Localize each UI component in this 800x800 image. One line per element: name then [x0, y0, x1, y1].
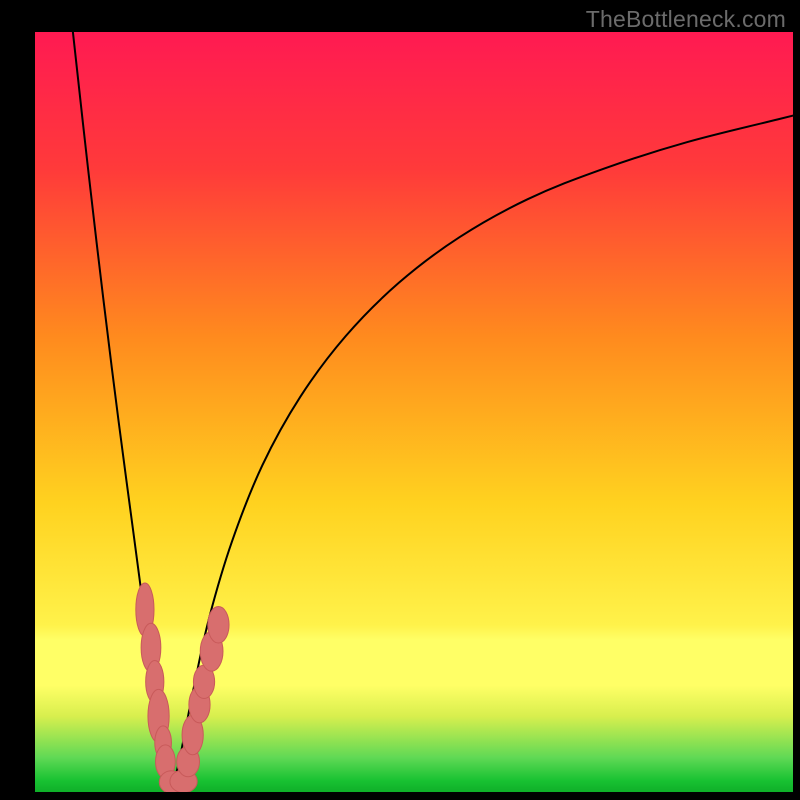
chart-frame: TheBottleneck.com [0, 0, 800, 800]
plot-area [35, 32, 793, 792]
data-marker [208, 607, 229, 643]
watermark-text: TheBottleneck.com [586, 6, 786, 33]
